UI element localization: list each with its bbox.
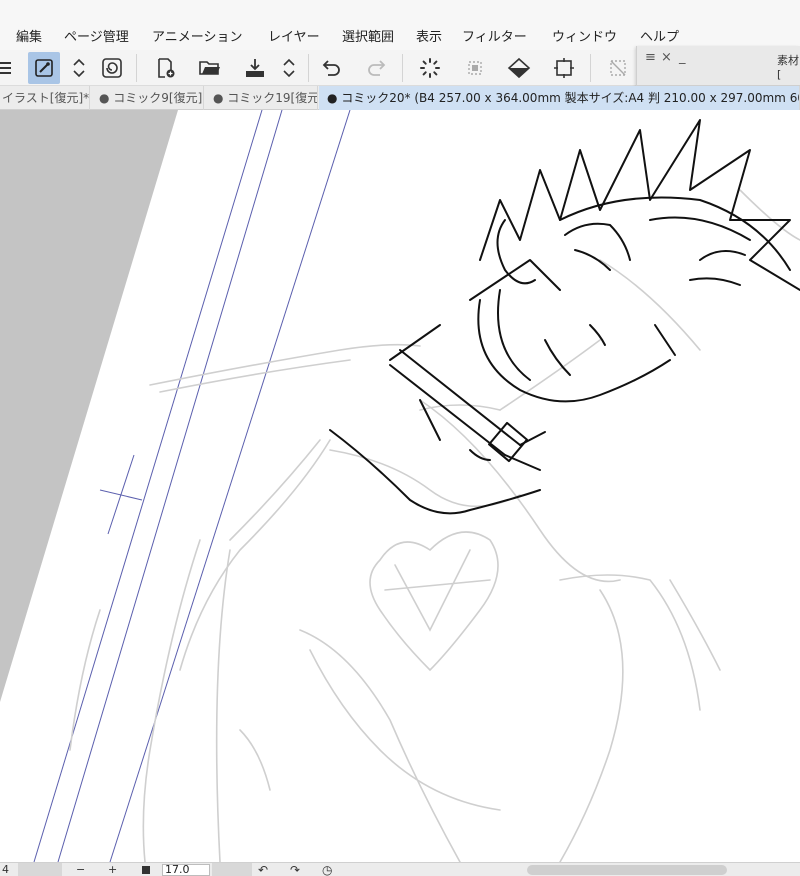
- fill-icon[interactable]: [503, 52, 535, 84]
- menu-edit[interactable]: 編集: [16, 26, 42, 45]
- material-palette[interactable]: ≡ × _ 素材[: [636, 46, 800, 86]
- status-bar: 4 − + 17.0 ↶ ↷ ◷: [0, 862, 800, 876]
- reset-rotation-icon[interactable]: ◷: [322, 863, 332, 876]
- menu-animation[interactable]: アニメーション: [152, 26, 242, 45]
- menu-view[interactable]: 表示: [416, 26, 442, 45]
- menu-help[interactable]: ヘルプ: [640, 26, 679, 45]
- close-icon[interactable]: ×: [661, 50, 672, 65]
- horizontal-scrollbar[interactable]: [527, 865, 727, 875]
- transform-selection-icon[interactable]: [459, 52, 491, 84]
- crop-icon[interactable]: [548, 52, 580, 84]
- fit-view-icon[interactable]: [142, 866, 150, 874]
- tab-comic9[interactable]: ● コミック9[復元]: [91, 86, 204, 110]
- deselect-icon[interactable]: [602, 52, 634, 84]
- zoom-out-button[interactable]: −: [76, 863, 85, 876]
- menu-window[interactable]: ウィンドウ: [552, 26, 617, 45]
- toolbar-separator: [402, 54, 403, 82]
- redo-icon[interactable]: [360, 52, 392, 84]
- save-icon[interactable]: [239, 52, 271, 84]
- hamburger-menu-icon[interactable]: [0, 52, 20, 84]
- line-art-layer: [329, 119, 800, 515]
- rotate-right-icon[interactable]: ↷: [290, 863, 300, 876]
- zoom-input[interactable]: 17.0: [162, 864, 210, 876]
- zoom-in-button[interactable]: +: [108, 863, 117, 876]
- navigator-thumb[interactable]: [18, 863, 62, 876]
- spiral-icon[interactable]: [96, 52, 128, 84]
- minimize-icon[interactable]: _: [679, 50, 686, 65]
- menu-page-management[interactable]: ページ管理: [64, 26, 129, 45]
- tab-comic19[interactable]: ● コミック19[復元: [205, 86, 318, 110]
- canvas-area[interactable]: [0, 110, 800, 862]
- toolbar-separator: [308, 54, 309, 82]
- chevron-updown-icon[interactable]: [63, 52, 95, 84]
- sketch-layer: [69, 189, 800, 862]
- chevron-updown-icon[interactable]: [273, 52, 305, 84]
- menu-filter[interactable]: フィルター: [462, 26, 527, 45]
- new-page-icon[interactable]: [150, 52, 182, 84]
- toolbar-separator: [590, 54, 591, 82]
- menu-layer[interactable]: レイヤー: [268, 26, 320, 45]
- undo-icon[interactable]: [316, 52, 348, 84]
- loading-icon[interactable]: [414, 52, 446, 84]
- pen-tool-icon[interactable]: [28, 52, 60, 84]
- document-tab-bar: イラスト[復元]* ● コミック9[復元] ● コミック19[復元 ● コミック…: [0, 86, 800, 110]
- palette-menu-icon[interactable]: ≡: [645, 50, 656, 65]
- rotate-left-icon[interactable]: ↶: [258, 863, 268, 876]
- tab-comic20[interactable]: ● コミック20* (B4 257.00 x 364.00mm 製本サイズ:A4…: [319, 86, 800, 110]
- menu-bar: 編集 ページ管理 アニメーション レイヤー 選択範囲 表示 フィルター ウィンド…: [0, 0, 800, 50]
- zoom-slider[interactable]: [212, 863, 252, 876]
- open-folder-icon[interactable]: [194, 52, 226, 84]
- page-number: 4: [2, 863, 9, 876]
- menu-selection[interactable]: 選択範囲: [342, 26, 394, 45]
- pasteboard: [0, 110, 178, 702]
- tab-illust[interactable]: イラスト[復元]*: [0, 86, 90, 110]
- toolbar-separator: [136, 54, 137, 82]
- palette-title: 素材[: [777, 54, 799, 81]
- canvas-artwork[interactable]: [0, 110, 800, 862]
